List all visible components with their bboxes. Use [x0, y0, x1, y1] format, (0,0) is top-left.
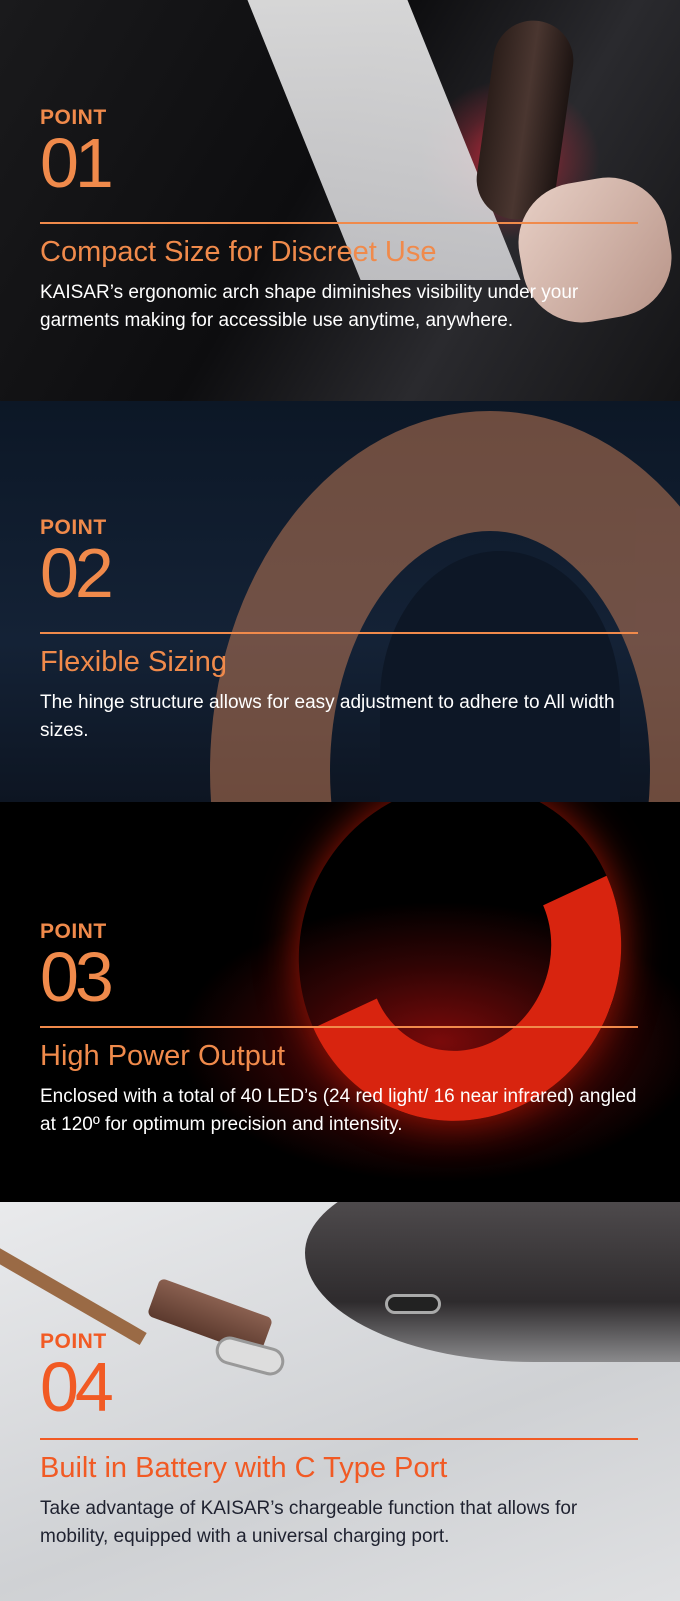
point-01-section: POINT 01 Compact Size for Discreet Use K… [0, 0, 680, 401]
point-04-section: POINT 04 Built in Battery with C Type Po… [0, 1202, 680, 1601]
point-label: POINT [40, 516, 107, 539]
point-title: High Power Output [40, 1040, 286, 1072]
point-number: 03 [40, 938, 114, 1016]
point-number: 04 [40, 1348, 114, 1426]
divider [40, 632, 638, 634]
point-number: 02 [40, 534, 114, 612]
usb-c-port-image [385, 1294, 441, 1314]
cable-image [0, 1232, 147, 1346]
point-title: Built in Battery with C Type Port [40, 1452, 448, 1484]
point-label: POINT [40, 920, 107, 943]
divider [40, 222, 638, 224]
point-03-section: POINT 03 High Power Output Enclosed with… [0, 802, 680, 1202]
divider [40, 1026, 638, 1028]
point-label: POINT [40, 1330, 107, 1353]
point-description: Take advantage of KAISAR’s chargeable fu… [40, 1498, 578, 1547]
point-description: The hinge structure allows for easy adju… [40, 692, 615, 741]
point-description: Enclosed with a total of 40 LED’s (24 re… [40, 1086, 637, 1135]
point-title: Compact Size for Discreet Use [40, 236, 437, 268]
point-02-section: POINT 02 Flexible Sizing The hinge struc… [0, 401, 680, 802]
point-label: POINT [40, 106, 107, 129]
point-description: KAISAR’s ergonomic arch shape diminishes… [40, 282, 579, 331]
point-number: 01 [40, 124, 114, 202]
point-title: Flexible Sizing [40, 646, 227, 678]
divider [40, 1438, 638, 1440]
